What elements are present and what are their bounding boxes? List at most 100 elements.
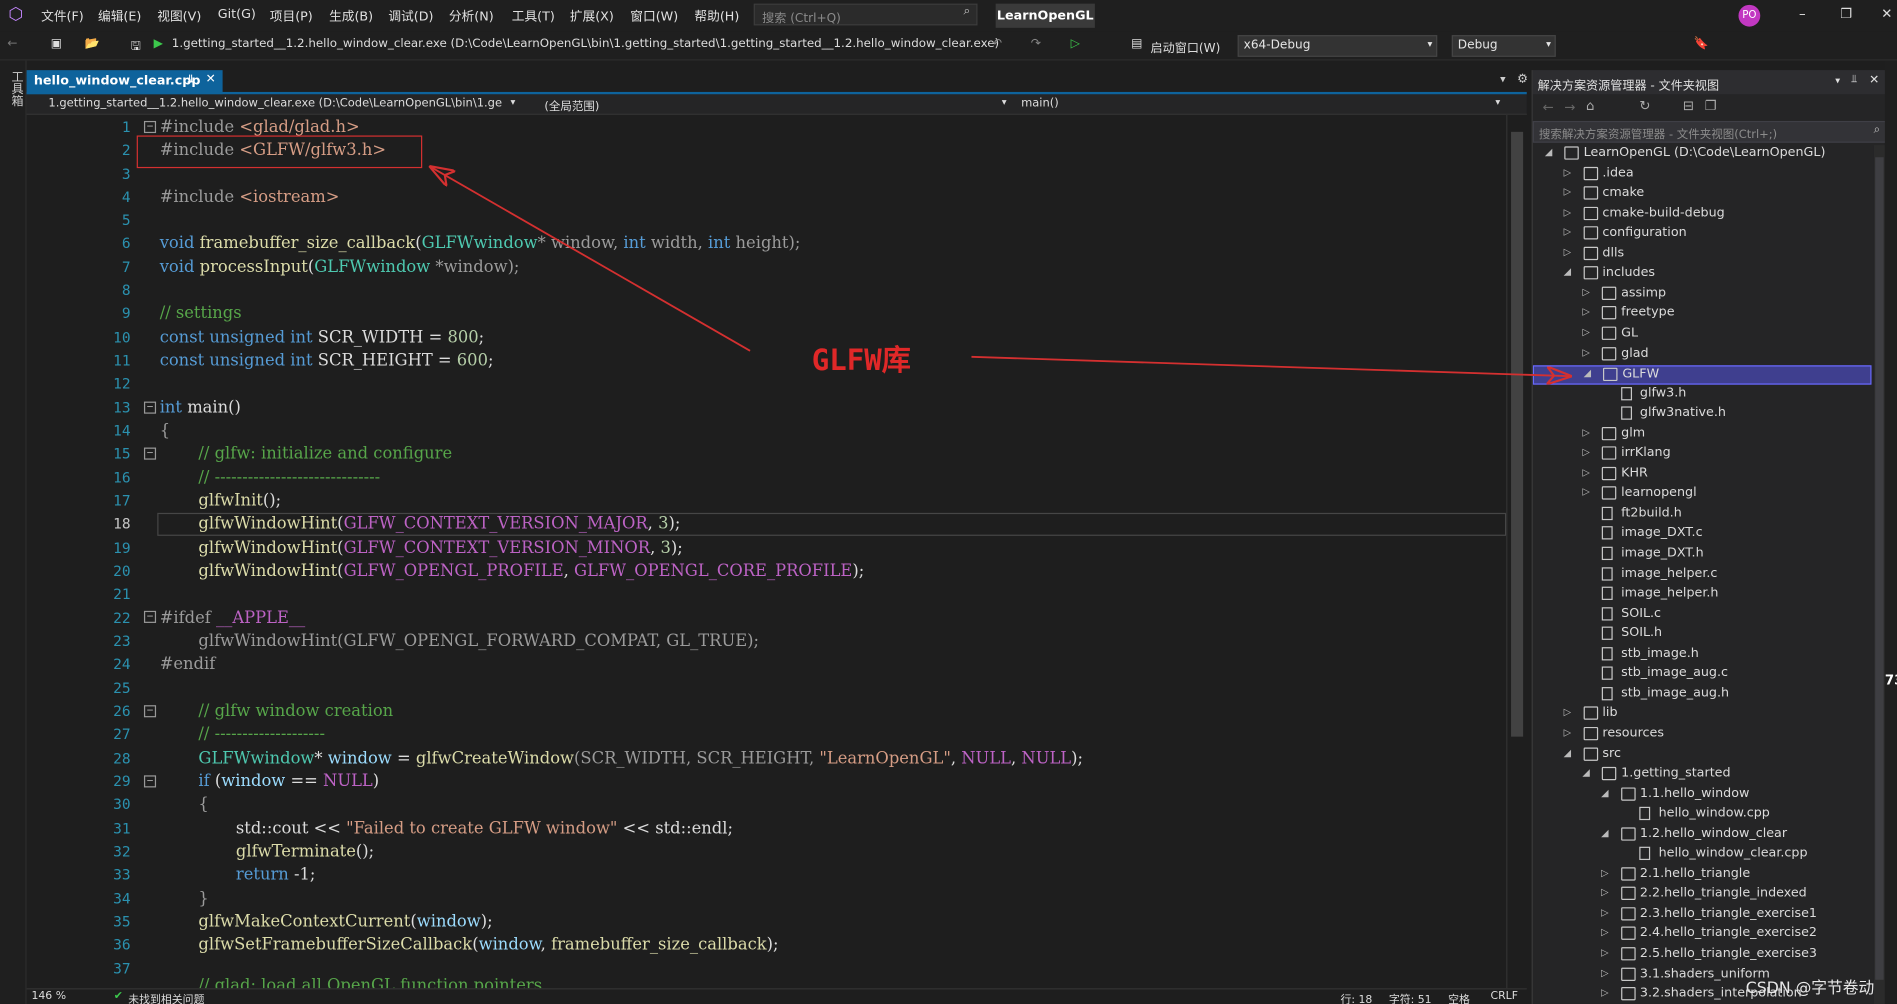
expanded-arrow-icon[interactable]: ◢ [1564,747,1571,758]
fold-toggle-icon[interactable]: − [143,120,157,134]
tree-folder[interactable]: ▷ GL [1533,325,1872,344]
tree-folder[interactable]: ◢ 1.getting_started [1533,766,1872,785]
chevron-down-icon[interactable]: ▾ [511,97,516,108]
platform-select[interactable]: x64-Debug ▾ [1237,35,1438,57]
restore-icon[interactable]: ❐ [1840,6,1852,22]
issues-status[interactable]: 未找到相关问题 [128,991,204,1004]
tree-folder[interactable]: ▷ freetype [1533,305,1872,324]
fold-toggle-icon[interactable]: − [143,610,157,623]
menu-file[interactable]: 文件(F) [41,7,84,25]
menu-help[interactable]: 帮助(H) [694,7,739,25]
tree-file[interactable]: SOIL.c [1533,606,1872,625]
menu-tools[interactable]: 工具(T) [512,7,555,25]
collapsed-arrow-icon[interactable]: ▷ [1582,286,1589,297]
forward-icon[interactable]: → [1564,99,1575,115]
tree-file[interactable]: stb_image_aug.h [1533,686,1872,705]
copy-icon[interactable]: ❐ [1705,98,1717,114]
launch-window-button[interactable]: 启动窗口(W) [1151,37,1221,55]
fold-toggle-icon[interactable]: − [143,705,157,718]
collapsed-arrow-icon[interactable]: ▷ [1582,487,1589,498]
tree-file[interactable]: image_DXT.h [1533,546,1872,565]
tree-file[interactable]: image_DXT.c [1533,525,1872,544]
dropdown-icon[interactable]: ▾ [1500,74,1505,86]
collapsed-arrow-icon[interactable]: ▷ [1601,867,1608,878]
tree-file[interactable]: ft2build.h [1533,505,1872,524]
tree-folder[interactable]: ◢ includes [1533,265,1872,284]
tree-folder[interactable]: ▷ dlls [1533,245,1872,264]
launch-window-icon[interactable]: ▤ [1131,37,1142,50]
code-editor[interactable]: 1 2 3 4 5 6 7 8 9 10 11 12 13 14 15 16 17 18 19 20 21 22 23 24 2… [26,114,1527,989]
home-icon[interactable]: ⌂ [1586,98,1594,114]
eol-indicator[interactable]: CRLF [1490,991,1518,1003]
menu-extensions[interactable]: 扩展(X) [570,7,614,25]
menu-analyze[interactable]: 分析(N) [449,7,494,25]
expanded-arrow-icon[interactable]: ◢ [1601,787,1608,798]
refresh-icon[interactable]: ↻ [1639,98,1650,114]
tree-file[interactable]: SOIL.h [1533,626,1872,645]
tree-file[interactable]: glfw3.h [1533,385,1872,404]
tree-folder[interactable]: ▷ 2.5.hello_triangle_exercise3 [1533,946,1872,965]
tree-folder[interactable]: ▷ glm [1533,425,1872,444]
undo-icon[interactable]: ↶ [992,37,1002,50]
tree-folder[interactable]: ▷ cmake [1533,185,1872,204]
editor-scrollbar[interactable] [1506,114,1526,989]
tree-file[interactable]: image_helper.c [1533,566,1872,585]
tree-folder[interactable]: ▷ assimp [1533,285,1872,304]
menu-window[interactable]: 窗口(W) [630,7,678,25]
collapsed-arrow-icon[interactable]: ▷ [1582,307,1589,318]
start-without-debug-icon[interactable]: ▷ [1071,37,1080,50]
menu-build[interactable]: 生成(B) [329,7,373,25]
close-icon[interactable]: ✕ [1881,6,1892,22]
collapsed-arrow-icon[interactable]: ▷ [1564,206,1571,217]
back-icon[interactable]: ← [1542,99,1553,115]
menu-edit[interactable]: 编辑(E) [98,7,141,25]
collapsed-arrow-icon[interactable]: ▷ [1601,967,1608,978]
pin-icon[interactable]: ⫫ [188,74,194,86]
collapsed-arrow-icon[interactable]: ▷ [1564,166,1571,177]
collapsed-arrow-icon[interactable]: ▷ [1582,327,1589,338]
whitespace-indicator[interactable]: 空格 [1448,991,1470,1004]
collapsed-arrow-icon[interactable]: ▷ [1601,887,1608,898]
chevron-down-icon[interactable]: ▾ [1495,97,1500,108]
menu-git[interactable]: Git(G) [218,7,256,22]
collapsed-arrow-icon[interactable]: ▷ [1564,727,1571,738]
search-input[interactable]: 搜索 (Ctrl+Q) ⌕ [753,3,978,26]
chevron-down-icon[interactable]: ▾ [1002,97,1007,108]
run-target[interactable]: 1.getting_started__1.2.hello_window_clea… [172,37,999,50]
nav-project-select[interactable]: 1.getting_started__1.2.hello_window_clea… [48,97,508,110]
back-icon[interactable]: ← [7,37,17,50]
tree-folder[interactable]: ◢ LearnOpenGL (D:\Code\LearnOpenGL) [1533,145,1872,164]
tree-folder[interactable]: ◢ 1.1.hello_window [1533,786,1872,805]
close-icon[interactable]: ✕ [206,73,216,86]
tree-folder[interactable]: ▷ 2.4.hello_triangle_exercise2 [1533,926,1872,945]
collapsed-arrow-icon[interactable]: ▷ [1582,467,1589,478]
collapsed-arrow-icon[interactable]: ▷ [1582,447,1589,458]
tree-folder[interactable]: ◢ 1.2.hello_window_clear [1533,826,1872,845]
nav-member-select[interactable]: main() [1021,97,1142,110]
tree-folder[interactable]: ▷ cmake-build-debug [1533,205,1872,224]
collapsed-arrow-icon[interactable]: ▷ [1601,927,1608,938]
fold-toggle-icon[interactable]: − [143,447,157,460]
run-icon[interactable]: ▶ [154,37,163,50]
tree-folder[interactable]: ▷ learnopengl [1533,485,1872,504]
dropdown-icon[interactable]: ▾ [1835,75,1840,86]
nav-scope-select[interactable]: (全局范围) [544,97,665,113]
tree-file[interactable]: glfw3native.h [1533,405,1872,424]
collapsed-arrow-icon[interactable]: ▷ [1564,707,1571,718]
tree-folder[interactable]: ▷ 2.1.hello_triangle [1533,866,1872,885]
expanded-arrow-icon[interactable]: ◢ [1582,767,1589,778]
collapsed-arrow-icon[interactable]: ▷ [1601,907,1608,918]
scrollbar-thumb[interactable] [1511,131,1524,737]
pin-icon[interactable]: ⫫ [1851,74,1857,86]
tree-file[interactable]: image_helper.h [1533,586,1872,605]
tree-file[interactable]: hello_window.cpp [1533,806,1872,825]
expanded-arrow-icon[interactable]: ◢ [1564,266,1571,277]
fold-toggle-icon[interactable]: − [143,401,157,414]
tree-file[interactable]: hello_window_clear.cpp [1533,846,1872,865]
redo-icon[interactable]: ↷ [1031,37,1041,50]
collapsed-arrow-icon[interactable]: ▷ [1601,947,1608,958]
expanded-arrow-icon[interactable]: ◢ [1601,827,1608,838]
menu-view[interactable]: 视图(V) [157,7,201,25]
close-icon[interactable]: ✕ [1869,74,1879,87]
tab-hello-window-clear[interactable]: hello_window_clear.cpp ⫫ ✕ [26,70,223,95]
